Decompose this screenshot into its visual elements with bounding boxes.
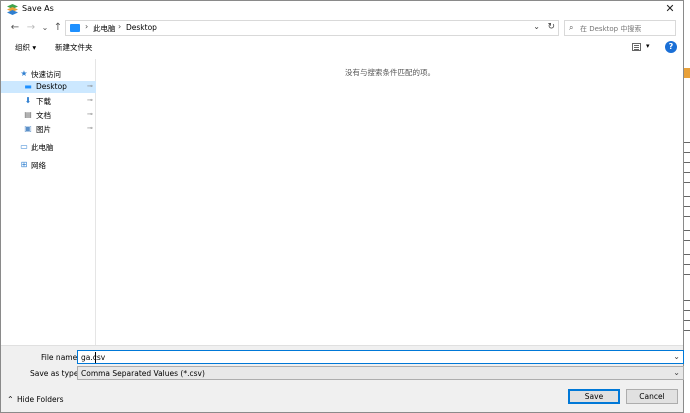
background-accent-strip	[684, 68, 690, 78]
pin-icon: ⊸	[87, 82, 93, 90]
sidebar-item-quick-access[interactable]: ★ 快速访问	[1, 68, 96, 80]
pin-icon: ⊸	[87, 124, 93, 132]
download-icon: ⬇	[24, 96, 32, 105]
desktop-folder-icon: ▬	[24, 82, 32, 91]
network-icon: ⊞	[20, 160, 28, 169]
text-caret	[95, 352, 96, 363]
file-name-value: ga.csv	[81, 353, 106, 362]
sidebar-item-desktop[interactable]: ▬ Desktop ⊸	[1, 81, 96, 93]
sidebar-item-label: 图片	[36, 125, 51, 134]
save-type-dropdown-icon[interactable]: ⌄	[673, 368, 680, 377]
navigation-pane: ★ 快速访问 ▬ Desktop ⊸ ⬇ 下载 ⊸ ▤ 文档 ⊸ ▣ 图片 ⊸ …	[1, 59, 96, 345]
navigation-bar: ← → ⌄ ↑ › 此电脑 › Desktop ⌄ ↻ ⌕ 在 Desktop …	[1, 18, 683, 38]
address-bar[interactable]: › 此电脑 › Desktop ⌄ ↻	[65, 20, 559, 36]
refresh-icon[interactable]: ↻	[547, 22, 555, 32]
search-box[interactable]: ⌕ 在 Desktop 中搜索	[564, 20, 676, 36]
help-icon[interactable]: ?	[665, 41, 677, 53]
sidebar-item-label: 文档	[36, 111, 51, 120]
sidebar-item-label: Desktop	[36, 82, 67, 91]
star-icon: ★	[20, 69, 28, 78]
pin-icon: ⊸	[87, 110, 93, 118]
chevron-up-icon: ⌃	[7, 395, 14, 404]
sidebar-item-downloads[interactable]: ⬇ 下载 ⊸	[1, 95, 96, 107]
breadcrumb-separator-icon: ›	[85, 22, 89, 31]
hide-folders-label: Hide Folders	[17, 395, 64, 404]
address-dropdown-icon[interactable]: ⌄	[533, 22, 540, 31]
sidebar-item-documents[interactable]: ▤ 文档 ⊸	[1, 109, 96, 121]
sidebar-item-label: 此电脑	[31, 143, 54, 152]
save-options-panel: File name: ga.csv ⌄ Save as type: Comma …	[1, 345, 684, 412]
sidebar-item-this-pc[interactable]: ▭ 此电脑	[1, 141, 96, 153]
organize-button[interactable]: 组织 ▾	[15, 42, 36, 53]
view-options-icon[interactable]	[632, 43, 641, 51]
empty-results-message: 没有与搜索条件匹配的项。	[345, 68, 435, 77]
save-type-select[interactable]: Comma Separated Values (*.csv) ⌄	[77, 366, 684, 380]
back-arrow-icon[interactable]: ←	[9, 21, 21, 35]
recent-locations-chevron-icon[interactable]: ⌄	[39, 21, 51, 35]
save-type-label: Save as type:	[30, 369, 81, 378]
search-icon: ⌕	[569, 23, 574, 32]
breadcrumb-separator-icon: ›	[118, 22, 122, 31]
search-placeholder: 在 Desktop 中搜索	[580, 25, 642, 33]
save-button[interactable]: Save	[568, 389, 620, 404]
breadcrumb-desktop[interactable]: Desktop	[126, 23, 157, 32]
sidebar-item-network[interactable]: ⊞ 网络	[1, 159, 96, 171]
document-icon: ▤	[24, 110, 32, 119]
sidebar-item-label: 网络	[31, 161, 46, 170]
up-arrow-icon[interactable]: ↑	[52, 21, 64, 35]
file-name-dropdown-icon[interactable]: ⌄	[673, 352, 680, 361]
breadcrumb-this-pc[interactable]: 此电脑	[93, 23, 116, 34]
hide-folders-button[interactable]: ⌃ Hide Folders	[7, 395, 64, 404]
sidebar-item-label: 下载	[36, 97, 51, 106]
window-title: Save As	[22, 4, 54, 13]
command-toolbar: 组织 ▾ 新建文件夹 ▾ ?	[1, 38, 683, 58]
save-as-dialog: Save As ✕ ← → ⌄ ↑ › 此电脑 › Desktop ⌄ ↻ ⌕ …	[0, 0, 684, 413]
file-name-label: File name:	[41, 353, 80, 362]
sidebar-item-label: 快速访问	[31, 70, 61, 79]
background-window	[684, 0, 690, 413]
folder-icon	[70, 24, 80, 32]
view-dropdown-icon[interactable]: ▾	[646, 42, 650, 50]
sidebar-item-pictures[interactable]: ▣ 图片 ⊸	[1, 123, 96, 135]
new-folder-button[interactable]: 新建文件夹	[55, 42, 93, 53]
cancel-button[interactable]: Cancel	[626, 389, 678, 404]
forward-arrow-icon[interactable]: →	[25, 21, 37, 35]
app-layers-icon	[7, 4, 18, 15]
pin-icon: ⊸	[87, 96, 93, 104]
picture-icon: ▣	[24, 124, 32, 133]
title-bar: Save As ✕	[1, 1, 683, 18]
file-name-input[interactable]: ga.csv ⌄	[77, 350, 684, 364]
close-icon[interactable]: ✕	[663, 2, 677, 16]
save-type-value: Comma Separated Values (*.csv)	[81, 369, 205, 378]
computer-icon: ▭	[20, 142, 28, 151]
file-list[interactable]: 没有与搜索条件匹配的项。	[97, 59, 683, 345]
